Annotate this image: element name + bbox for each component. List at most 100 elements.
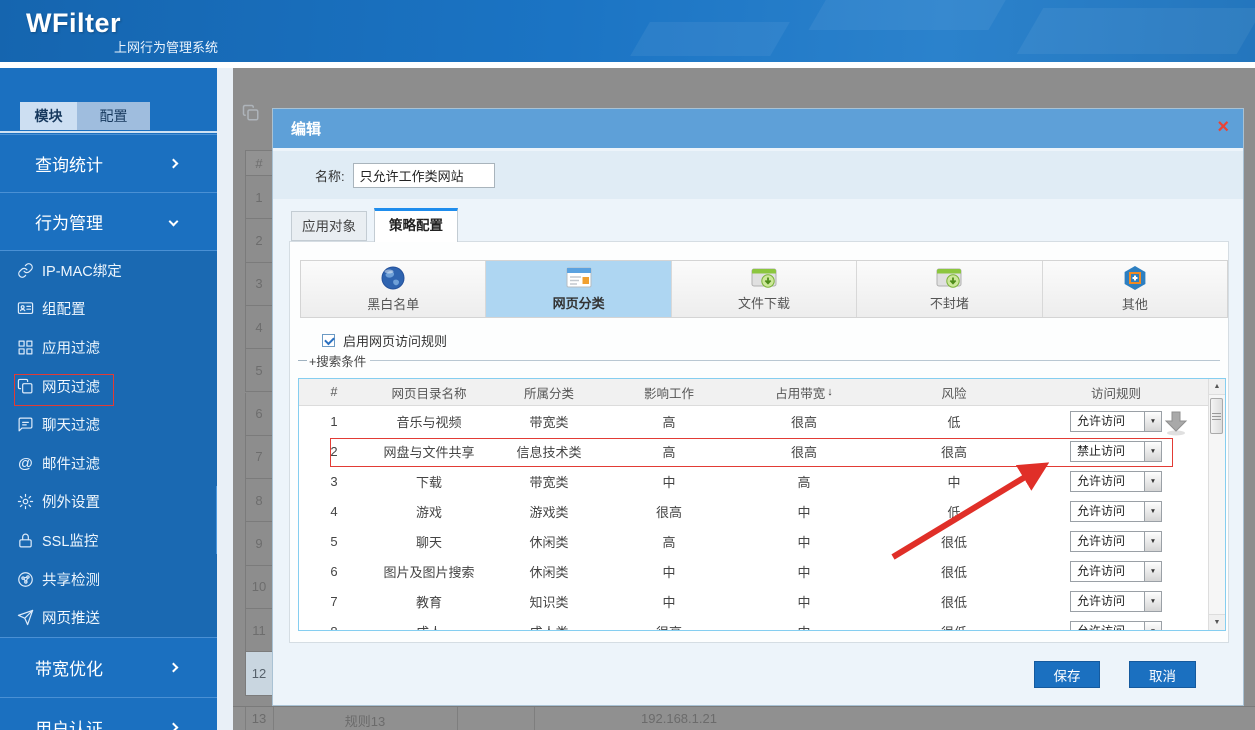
background-rule-name: 规则13 — [273, 711, 457, 730]
sidebar-tab-modules[interactable]: 模块 — [20, 102, 77, 130]
table-row: 8 成人 成人类 很高 中 很低 允许访问 — [299, 616, 1225, 631]
background-row-number: 2 — [245, 219, 273, 262]
sidebar-divider — [0, 131, 217, 133]
access-rule-dropdown[interactable]: 允许访问 — [1070, 471, 1162, 492]
sidebar-group-bandwidth[interactable]: 带宽优化 — [0, 637, 217, 697]
background-row-number: 6 — [245, 393, 273, 436]
cell-category: 休闲类 — [489, 556, 609, 586]
tile-other[interactable]: 其他 — [1043, 261, 1227, 317]
sidebar-item-share-detection[interactable]: 共享检测 — [0, 560, 217, 599]
sidebar-item-web-filter[interactable]: 网页过滤 — [0, 367, 217, 406]
cell-risk: 很低 — [879, 556, 1029, 586]
app-logo-subtitle: 上网行为管理系统 — [114, 37, 218, 56]
tab-policy-config[interactable]: 策略配置 — [374, 208, 458, 242]
sidebar-item-label: 应用过滤 — [42, 337, 100, 358]
policy-type-tiles: 黑白名单 网页分类 — [300, 260, 1228, 318]
cancel-button[interactable]: 取消 — [1129, 661, 1196, 688]
sidebar-tab-config[interactable]: 配置 — [77, 102, 150, 130]
sidebar-group-query-stats[interactable]: 查询统计 — [0, 134, 217, 192]
access-rule-dropdown[interactable]: 禁止访问 — [1070, 441, 1162, 462]
gear-icon — [16, 492, 35, 511]
cell-num: 6 — [299, 556, 369, 586]
background-ip-address: 192.168.1.21 — [534, 711, 824, 726]
search-conditions-toggle[interactable]: +搜索条件 — [309, 351, 366, 370]
col-header-category[interactable]: 所属分类 — [489, 379, 609, 405]
sidebar-item-exception-settings[interactable]: 例外设置 — [0, 483, 217, 522]
sidebar-item-app-filter[interactable]: 应用过滤 — [0, 328, 217, 367]
sidebar-item-label: 聊天过滤 — [42, 414, 100, 435]
scroll-up-icon[interactable]: ▲ — [1209, 379, 1225, 395]
caret-down-icon[interactable] — [1144, 562, 1161, 581]
caret-down-icon[interactable] — [1144, 592, 1161, 611]
caret-down-icon[interactable] — [1144, 532, 1161, 551]
cell-bandwidth: 中 — [729, 496, 879, 526]
sidebar-item-ssl-monitor[interactable]: SSL监控 — [0, 521, 217, 560]
caret-down-icon[interactable] — [1144, 442, 1161, 461]
background-row-number: 7 — [245, 436, 273, 479]
enable-rules-label: 启用网页访问规则 — [343, 331, 447, 350]
cell-num: 7 — [299, 586, 369, 616]
cell-name: 教育 — [369, 586, 489, 616]
table-row-annotated: 2 网盘与文件共享 信息技术类 高 很高 很高 禁止访问 — [299, 436, 1225, 466]
sidebar-group-behavior-mgmt[interactable]: 行为管理 — [0, 192, 217, 250]
scrollbar-thumb[interactable] — [1210, 398, 1223, 434]
sidebar-item-chat-filter[interactable]: 聊天过滤 — [0, 405, 217, 444]
cell-category: 带宽类 — [489, 466, 609, 496]
table-row: 1 音乐与视频 带宽类 高 很高 低 允许访问 — [299, 406, 1225, 436]
cell-impact: 高 — [609, 406, 729, 436]
caret-down-icon[interactable] — [1144, 472, 1161, 491]
tile-file-download[interactable]: 文件下载 — [672, 261, 857, 317]
cell-impact: 高 — [609, 436, 729, 466]
close-icon[interactable]: × — [1217, 117, 1229, 137]
sidebar-item-label: 共享检测 — [42, 569, 100, 590]
cell-category: 游戏类 — [489, 496, 609, 526]
move-down-icon[interactable] — [1161, 409, 1191, 437]
cell-num: 3 — [299, 466, 369, 496]
tile-label: 文件下载 — [738, 293, 790, 312]
access-rule-dropdown[interactable]: 允许访问 — [1070, 411, 1162, 432]
name-input[interactable] — [353, 163, 495, 188]
sidebar-group-user-auth[interactable]: 用户认证 — [0, 697, 217, 730]
col-header-impact[interactable]: 影响工作 — [609, 379, 729, 405]
chevron-right-icon — [169, 723, 179, 730]
save-button[interactable]: 保存 — [1034, 661, 1100, 688]
sidebar-group-label: 查询统计 — [35, 151, 103, 176]
page-title-icon — [242, 104, 260, 122]
access-rule-dropdown[interactable]: 允许访问 — [1070, 531, 1162, 552]
background-row-number: 9 — [245, 522, 273, 565]
enable-rules-checkbox[interactable] — [322, 334, 335, 347]
access-rule-dropdown[interactable]: 允许访问 — [1070, 621, 1162, 632]
tile-blacklist-whitelist[interactable]: 黑白名单 — [301, 261, 486, 317]
sidebar-item-web-push[interactable]: 网页推送 — [0, 598, 217, 637]
cell-num: 2 — [299, 436, 369, 466]
col-header-name[interactable]: 网页目录名称 — [369, 379, 489, 405]
access-rule-dropdown[interactable]: 允许访问 — [1070, 591, 1162, 612]
tab-apply-objects[interactable]: 应用对象 — [291, 211, 367, 241]
sidebar-item-ip-mac-binding[interactable]: IP-MAC绑定 — [0, 251, 217, 290]
header-decoration — [630, 22, 790, 56]
grid-icon — [16, 338, 35, 357]
caret-down-icon[interactable] — [1144, 412, 1161, 431]
col-header-num[interactable]: # — [299, 379, 369, 405]
caret-down-icon[interactable] — [1144, 622, 1161, 632]
background-row-number: 5 — [245, 349, 273, 392]
cell-risk: 很低 — [879, 586, 1029, 616]
sidebar-item-mail-filter[interactable]: 邮件过滤 — [0, 444, 217, 483]
cell-category: 带宽类 — [489, 406, 609, 436]
cell-impact: 很高 — [609, 616, 729, 631]
sidebar-item-group-config[interactable]: 组配置 — [0, 290, 217, 329]
access-rule-dropdown[interactable]: 允许访问 — [1070, 561, 1162, 582]
dialog-title: 编辑 — [291, 118, 321, 139]
table-scrollbar[interactable]: ▲ ▼ — [1208, 379, 1225, 630]
access-rule-dropdown[interactable]: 允许访问 — [1070, 501, 1162, 522]
tile-no-block[interactable]: 不封堵 — [857, 261, 1042, 317]
col-header-bandwidth[interactable]: 占用带宽 ↓ — [729, 379, 879, 405]
col-header-rule[interactable]: 访问规则 — [1029, 379, 1203, 405]
col-header-risk[interactable]: 风险 — [879, 379, 1029, 405]
name-label: 名称: — [315, 166, 345, 185]
caret-down-icon[interactable] — [1144, 502, 1161, 521]
tile-web-category[interactable]: 网页分类 — [486, 261, 671, 317]
cell-name: 成人 — [369, 616, 489, 631]
tile-label: 不封堵 — [930, 293, 969, 312]
scroll-down-icon[interactable]: ▼ — [1209, 614, 1225, 630]
